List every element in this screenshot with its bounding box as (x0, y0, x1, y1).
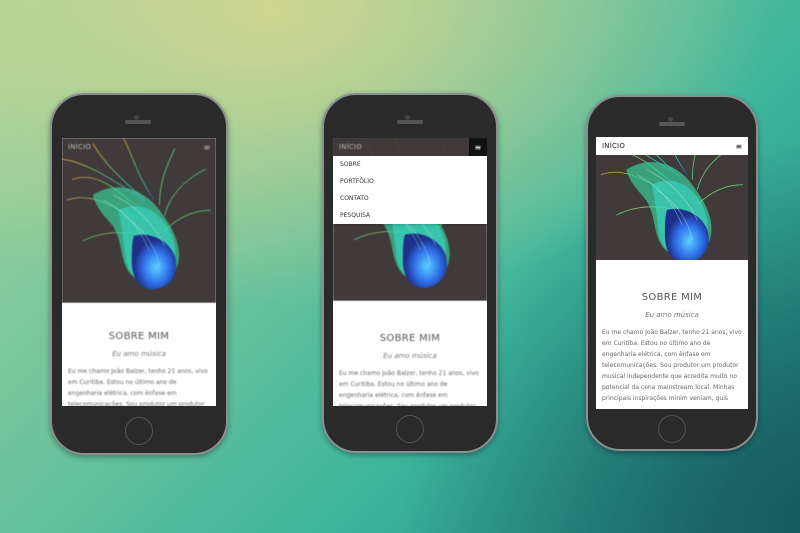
section-body: Eu me chamo João Balzer, tenho 21 anos, … (68, 368, 208, 406)
nav-brand-link[interactable]: INÍCIO (596, 142, 625, 150)
hero-image (596, 155, 748, 260)
section-title: SOBRE MIM (108, 331, 170, 342)
menu-item-sobre[interactable]: SOBRE (333, 156, 487, 173)
section-subtitle: Eu amo música (645, 311, 699, 319)
hamburger-menu-icon[interactable]: ≡ (198, 138, 216, 156)
menu-item-contato[interactable]: CONTATO (333, 190, 487, 207)
hamburger-menu-icon[interactable]: ≡ (469, 138, 487, 156)
earpiece-speaker (125, 120, 151, 124)
nav-brand-link[interactable]: INÍCIO (333, 143, 362, 151)
section-subtitle: Eu amo música (383, 352, 437, 360)
phone-screen: INÍCIO ≡ SOBRE PORTFÓLIO CONTATO PESQUIS… (333, 138, 487, 406)
navbar: INÍCIO ≡ (62, 138, 216, 156)
section-title: SOBRE MIM (641, 292, 703, 303)
home-button[interactable] (396, 415, 424, 443)
about-section: SOBRE MIM Eu amo música Eu me chamo João… (596, 260, 748, 409)
section-body: Eu me chamo João Balzer, tenho 21 anos, … (602, 329, 742, 402)
section-title: SOBRE MIM (379, 333, 441, 344)
hamburger-menu-icon[interactable]: ≡ (730, 137, 748, 155)
home-button[interactable] (125, 417, 153, 445)
about-section: SOBRE MIM Eu amo música Eu me chamo João… (62, 303, 216, 406)
phone-screen: INÍCIO ≡ SOBRE MIM Eu amo música Eu me c… (62, 138, 216, 406)
home-button[interactable] (658, 415, 686, 443)
phone-screen: INÍCIO ≡ SOBRE MIM Eu amo música Eu me c… (596, 137, 748, 409)
earpiece-speaker (659, 122, 685, 126)
menu-item-pesquisa[interactable]: PESQUISA (333, 207, 487, 224)
nav-brand-link[interactable]: INÍCIO (62, 143, 91, 151)
phone-mockup-3: INÍCIO ≡ SOBRE MIM Eu amo música Eu me c… (586, 95, 758, 451)
navbar: INÍCIO ≡ (333, 138, 487, 156)
phone-mockup-1: INÍCIO ≡ SOBRE MIM Eu amo música Eu me c… (50, 93, 228, 455)
navbar: INÍCIO ≡ (596, 137, 748, 155)
hero-image (62, 138, 216, 303)
about-section: SOBRE MIM Eu amo música Eu me chamo João… (333, 301, 487, 406)
menu-item-portfolio[interactable]: PORTFÓLIO (333, 173, 487, 190)
earpiece-speaker (397, 120, 423, 124)
nav-dropdown-menu: SOBRE PORTFÓLIO CONTATO PESQUISA (333, 156, 487, 224)
phone-mockup-2: INÍCIO ≡ SOBRE PORTFÓLIO CONTATO PESQUIS… (322, 93, 498, 453)
section-body: Eu me chamo João Balzer, tenho 21 anos, … (339, 370, 479, 406)
section-subtitle: Eu amo música (112, 350, 166, 358)
